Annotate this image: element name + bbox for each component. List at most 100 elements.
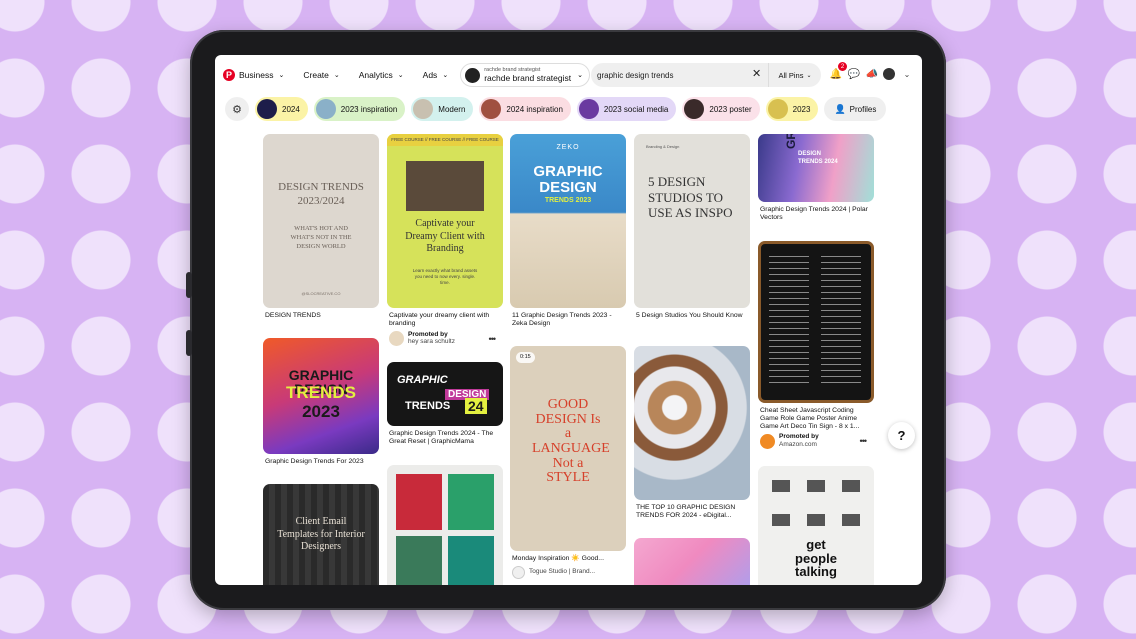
chip-2024[interactable]: 2024 [255,97,308,121]
person-icon: 👤 [834,103,846,114]
nav-ads-label: Ads [422,70,438,80]
pin-image-title: TRENDS 2023 [544,197,592,204]
pin-image-label: Branding & Design [646,144,680,149]
pin-title: Graphic Design Trends For 2023 [265,458,364,465]
pin-card[interactable]: get people talking [758,466,874,585]
chip-thumbnail [481,99,502,119]
chip-label: 2023 poster [709,104,752,114]
pin-image-title: TRENDS [405,400,451,412]
chip-2023[interactable]: 2023 [765,97,819,121]
bell-icon[interactable]: 🔔 2 [829,62,847,81]
pin-poster-thumb [396,474,442,530]
nav-create-label: Create [303,70,329,80]
pin-image[interactable] [387,465,503,585]
pin-image[interactable]: GRAPHIC DESIGN TRENDS 2023 [263,338,379,454]
more-options-icon[interactable]: ••• [489,334,497,344]
pin-image[interactable]: Client Email Templates for Interior Desi… [263,484,379,585]
pin-image[interactable]: 0:15 GOOD DESIGN Is a LANGUAGE Not a STY… [510,346,626,551]
nav-business[interactable]: Business ⌄ [239,70,284,80]
advertiser-name: hey sara schultz [408,338,455,346]
pin-card[interactable]: 0:15 GOOD DESIGN Is a LANGUAGE Not a STY… [510,346,626,579]
pin-image-title: DESIGN TRENDS 2023/2024 [278,181,364,208]
pin-card[interactable]: Client Email Templates for Interior Desi… [263,484,379,585]
promoted-by[interactable]: Promoted by Amazon.com ••• [758,433,874,449]
tablet-side-button [186,330,192,356]
pin-card[interactable]: Branding & Design 5 DESIGN STUDIOS TO US… [634,134,750,320]
pinterest-logo-icon[interactable]: P [223,69,235,81]
more-options-icon[interactable]: ••• [860,436,868,446]
chip-2023-social-media[interactable]: 2023 social media [576,97,677,121]
chip-modern[interactable]: Modern [411,97,474,121]
chip-thumbnail [413,99,434,119]
pin-card[interactable]: GRAPHIC DESIGN TRENDS 24 Graphic Design … [387,362,503,446]
nav-create[interactable]: Create ⌄ [303,70,339,80]
pin-poster-thumb [448,474,494,530]
pin-card[interactable]: GRAPHIC DESIGN TRENDS 2023 Graphic Desig… [263,338,379,466]
profiles-button[interactable]: 👤 Profiles [824,97,887,121]
pin-poster-thumb [396,536,442,585]
pin-card[interactable]: DESIGN TRENDS 2023/2024 WHAT'S HOT AND W… [263,134,379,320]
pin-image[interactable]: GRAPHIC DESIGN TRENDS 24 [387,362,503,426]
pin-title: THE TOP 10 GRAPHIC DESIGN TRENDS FOR 202… [636,504,736,519]
search-guide-chips: ⚙ 2024 2023 inspiration Modern 2024 insp… [225,97,892,121]
close-icon[interactable]: ✕ [752,67,761,80]
pin-card[interactable]: ZEKO GRAPHIC DESIGN TRENDS 2023 11 Graph… [510,134,626,328]
pin-image-title: GRAPHIC [784,134,798,149]
pin-image[interactable] [758,241,874,403]
pin-title: DESIGN TRENDS [265,312,321,319]
chevron-down-icon: ⌄ [397,72,404,79]
pin-image[interactable]: DESIGN TRENDS 2023/2024 WHAT'S HOT AND W… [263,134,379,308]
advertiser-name: Amazon.com [779,441,817,449]
pin-image[interactable]: get people talking [758,466,874,585]
pin-image[interactable]: GRAPHIC DESIGN TRENDS 2024 [758,134,874,202]
megaphone-icon[interactable]: 📣 [865,67,879,81]
chip-thumbnail [684,99,705,119]
pin-brand: ZEKO [556,144,580,151]
pin-image[interactable]: FREE COURSE // FREE COURSE // FREE COURS… [387,134,503,308]
pin-credit[interactable]: Togue Studio | Brand... [510,565,626,579]
chevron-down-icon: ⌄ [278,72,285,79]
notification-badge: 2 [838,62,847,71]
pin-image-title: 24 [465,398,487,414]
pin-card[interactable] [387,465,503,585]
pin-card[interactable]: FREE COURSE // FREE COURSE // FREE COURS… [387,134,503,346]
chip-label: 2024 inspiration [506,104,563,114]
pin-image-footer: @SLOCREATIVE.CO [301,291,341,296]
nav-analytics-label: Analytics [358,70,393,80]
pin-card[interactable]: THE TOP 10 GRAPHIC DESIGN TRENDS FOR 202… [634,346,750,520]
pin-image-title: get people talking [795,537,837,580]
pin-card[interactable] [634,538,750,585]
account-switcher[interactable]: rachde brand strategist rachde brand str… [460,63,591,87]
filter-icon[interactable]: ⚙ [225,97,249,121]
pin-image-title: DESIGN [539,179,597,196]
message-icon[interactable]: 💬 [847,67,861,81]
pin-image[interactable]: ZEKO GRAPHIC DESIGN TRENDS 2023 [510,134,626,308]
chip-2024-inspiration[interactable]: 2024 inspiration [479,97,571,121]
chip-thumbnail [767,99,788,119]
chip-2023-inspiration[interactable]: 2023 inspiration [313,97,406,121]
tablet-side-button [186,272,192,298]
help-button[interactable]: ? [888,422,915,449]
avatar[interactable] [883,68,895,80]
nav-business-label: Business [239,70,274,80]
search-scope-label: All Pins [778,70,804,80]
chevron-down-icon[interactable]: ⌄ [900,67,914,81]
nav-analytics[interactable]: Analytics ⌄ [359,70,404,80]
cheat-sheet-column [769,256,809,386]
pin-card[interactable]: Cheat Sheet Javascript Coding Game Role … [758,241,874,449]
chevron-down-icon: ⌄ [806,72,812,79]
nav-ads[interactable]: Ads ⌄ [423,70,449,80]
pin-card[interactable]: GRAPHIC DESIGN TRENDS 2024 Graphic Desig… [758,134,874,222]
search-input[interactable] [597,70,747,80]
chip-label: 2024 [282,104,300,114]
chip-2023-poster[interactable]: 2023 poster [682,97,760,121]
promoted-by[interactable]: Promoted by hey sara schultz ••• [387,331,503,347]
pin-image[interactable]: Branding & Design 5 DESIGN STUDIOS TO US… [634,134,750,308]
header-icons: 🔔 2 💬 📣 ⌄ [829,62,918,81]
pin-image[interactable] [634,346,750,500]
pin-image-title: 2023 [302,402,340,421]
search-scope-dropdown[interactable]: All Pins ⌄ [768,63,821,87]
chevron-down-icon: ⌄ [442,72,449,79]
pin-photo [406,161,484,211]
pin-image[interactable] [634,538,750,585]
